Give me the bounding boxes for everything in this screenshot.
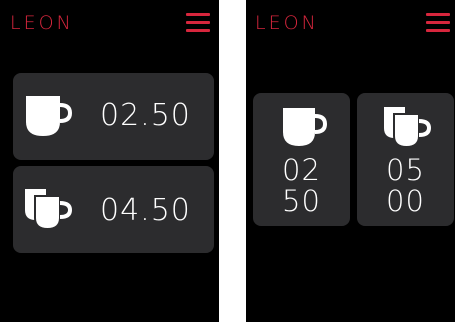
right-screen: LEON 02 50 05 00 — [246, 0, 455, 322]
double-cup-tile[interactable]: 05 00 — [357, 93, 454, 226]
left-screen: LEON 02.50 04.50 — [0, 0, 219, 322]
price-bottom: 50 — [282, 184, 321, 218]
double-cup-icon — [384, 107, 432, 148]
single-cup-icon — [26, 96, 72, 136]
single-cup-option[interactable]: 02.50 — [13, 73, 214, 160]
hamburger-menu-icon[interactable] — [426, 12, 450, 32]
price-label: 02.50 — [100, 98, 191, 133]
double-cup-option[interactable]: 04.50 — [13, 166, 214, 253]
price-top: 05 — [386, 153, 425, 187]
price-bottom: 00 — [386, 184, 425, 218]
single-cup-tile[interactable]: 02 50 — [253, 93, 350, 226]
brand-logo: LEON — [255, 12, 319, 34]
brand-logo: LEON — [10, 12, 74, 34]
double-cup-icon — [25, 189, 73, 230]
price-label: 04.50 — [100, 193, 191, 228]
price-top: 02 — [282, 153, 321, 187]
hamburger-menu-icon[interactable] — [186, 12, 210, 32]
single-cup-icon — [283, 108, 328, 146]
